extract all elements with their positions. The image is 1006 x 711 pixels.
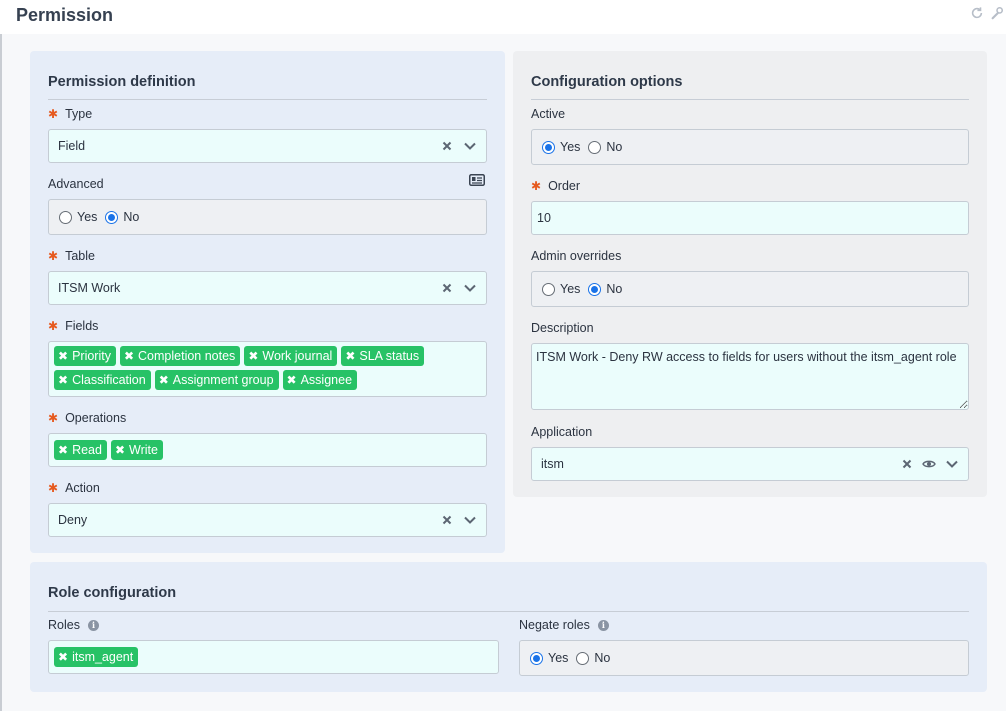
- description-textarea[interactable]: ITSM Work - Deny RW access to fields for…: [531, 343, 969, 410]
- fields-label: ✱ Fields: [48, 319, 99, 333]
- clear-icon[interactable]: [442, 272, 452, 304]
- application-value: itsm: [541, 457, 564, 471]
- action-value: Deny: [58, 513, 88, 527]
- required-icon: ✱: [48, 319, 59, 333]
- role-tag[interactable]: ✖ itsm_agent: [54, 647, 139, 667]
- roles-multiselect[interactable]: ✖ itsm_agent: [48, 640, 499, 674]
- application-select[interactable]: itsm: [531, 447, 969, 481]
- field-tag[interactable]: ✖ Completion notes: [119, 346, 241, 366]
- operations-multiselect[interactable]: ✖ Read ✖ Write: [48, 433, 487, 467]
- active-yes-radio[interactable]: Yes: [542, 140, 580, 154]
- clear-icon[interactable]: [442, 130, 452, 162]
- eye-icon[interactable]: [922, 448, 936, 480]
- field-tag[interactable]: ✖ Priority: [54, 346, 116, 366]
- roles-tag-list: ✖ itsm_agent: [54, 647, 493, 667]
- refresh-icon[interactable]: [970, 6, 984, 20]
- info-icon[interactable]: i: [597, 619, 609, 631]
- active-label: Active: [531, 107, 566, 121]
- divider: [48, 611, 969, 612]
- role-configuration-panel: Role configuration Roles i ✖ itsm_agent Ne…: [30, 562, 987, 692]
- table-value: ITSM Work: [58, 281, 121, 295]
- permission-definition-panel: Permission definition ✱ Type Field Advanc…: [30, 51, 505, 553]
- divider: [48, 99, 487, 100]
- required-icon: ✱: [48, 411, 59, 425]
- admin-overrides-label: Admin overrides: [531, 249, 622, 263]
- wrench-icon[interactable]: [990, 6, 1004, 20]
- field-tag[interactable]: ✖ Assignment group: [154, 370, 279, 390]
- field-tag[interactable]: ✖ Classification: [54, 370, 151, 390]
- required-icon: ✱: [531, 179, 542, 193]
- panel-title: Configuration options: [531, 74, 683, 90]
- required-icon: ✱: [48, 249, 59, 263]
- admin-overrides-yes-radio[interactable]: Yes: [542, 282, 580, 296]
- field-tag[interactable]: ✖ Assignee: [282, 370, 358, 390]
- type-value: Field: [58, 139, 86, 153]
- application-label: Application: [531, 425, 593, 439]
- field-tag[interactable]: ✖ Work journal: [244, 346, 338, 366]
- table-select[interactable]: ITSM Work: [48, 271, 487, 305]
- roles-label: Roles i: [48, 618, 99, 632]
- chevron-down-icon[interactable]: [463, 272, 477, 304]
- negate-roles-yes-radio[interactable]: Yes: [530, 651, 568, 665]
- negate-roles-no-radio[interactable]: No: [576, 651, 610, 665]
- fields-multiselect[interactable]: ✖ Priority ✖ Completion notes ✖ Work journa…: [48, 341, 487, 397]
- chevron-down-icon[interactable]: [463, 504, 477, 536]
- operation-tag[interactable]: ✖ Write: [110, 440, 163, 460]
- fields-tag-list: ✖ Priority ✖ Completion notes ✖ Work journa…: [54, 346, 481, 390]
- header-actions: [970, 6, 1004, 20]
- operations-label: ✱ Operations: [48, 411, 127, 425]
- active-radio-group: Yes No: [531, 129, 969, 165]
- description-label: Description: [531, 321, 594, 335]
- page-header: Permission: [0, 0, 1006, 34]
- operation-tag[interactable]: ✖ Read: [54, 440, 107, 460]
- required-icon: ✱: [48, 107, 59, 121]
- order-input[interactable]: 10: [531, 201, 969, 235]
- action-label: ✱ Action: [48, 481, 100, 495]
- type-label: ✱ Type: [48, 107, 93, 121]
- chevron-down-icon[interactable]: [463, 130, 477, 162]
- advanced-no-radio[interactable]: No: [105, 210, 139, 224]
- advanced-yes-radio[interactable]: Yes: [59, 210, 97, 224]
- chevron-down-icon[interactable]: [945, 448, 959, 480]
- configuration-options-panel: Configuration options Active Yes No ✱ Ord…: [513, 51, 987, 497]
- divider: [531, 99, 969, 100]
- order-value: 10: [537, 211, 551, 225]
- info-icon[interactable]: i: [87, 619, 99, 631]
- table-label: ✱ Table: [48, 249, 95, 263]
- admin-overrides-no-radio[interactable]: No: [588, 282, 622, 296]
- advanced-radio-group: Yes No: [48, 199, 487, 235]
- id-card-icon[interactable]: [469, 174, 485, 189]
- action-select[interactable]: Deny: [48, 503, 487, 537]
- panel-title: Role configuration: [48, 585, 177, 601]
- negate-roles-radio-group: Yes No: [519, 640, 969, 676]
- panel-title: Permission definition: [48, 74, 196, 90]
- required-icon: ✱: [48, 481, 59, 495]
- clear-icon[interactable]: [902, 448, 912, 480]
- clear-icon[interactable]: [442, 504, 452, 536]
- advanced-label: Advanced: [48, 177, 104, 191]
- type-select[interactable]: Field: [48, 129, 487, 163]
- field-tag[interactable]: ✖ SLA status: [341, 346, 425, 366]
- form-body: Permission definition ✱ Type Field Advanc…: [2, 34, 1006, 711]
- operations-tag-list: ✖ Read ✖ Write: [54, 440, 481, 460]
- page-title: Permission: [16, 5, 114, 25]
- order-label: ✱ Order: [531, 179, 581, 193]
- active-no-radio[interactable]: No: [588, 140, 622, 154]
- admin-overrides-radio-group: Yes No: [531, 271, 969, 307]
- negate-roles-label: Negate roles i: [519, 618, 609, 632]
